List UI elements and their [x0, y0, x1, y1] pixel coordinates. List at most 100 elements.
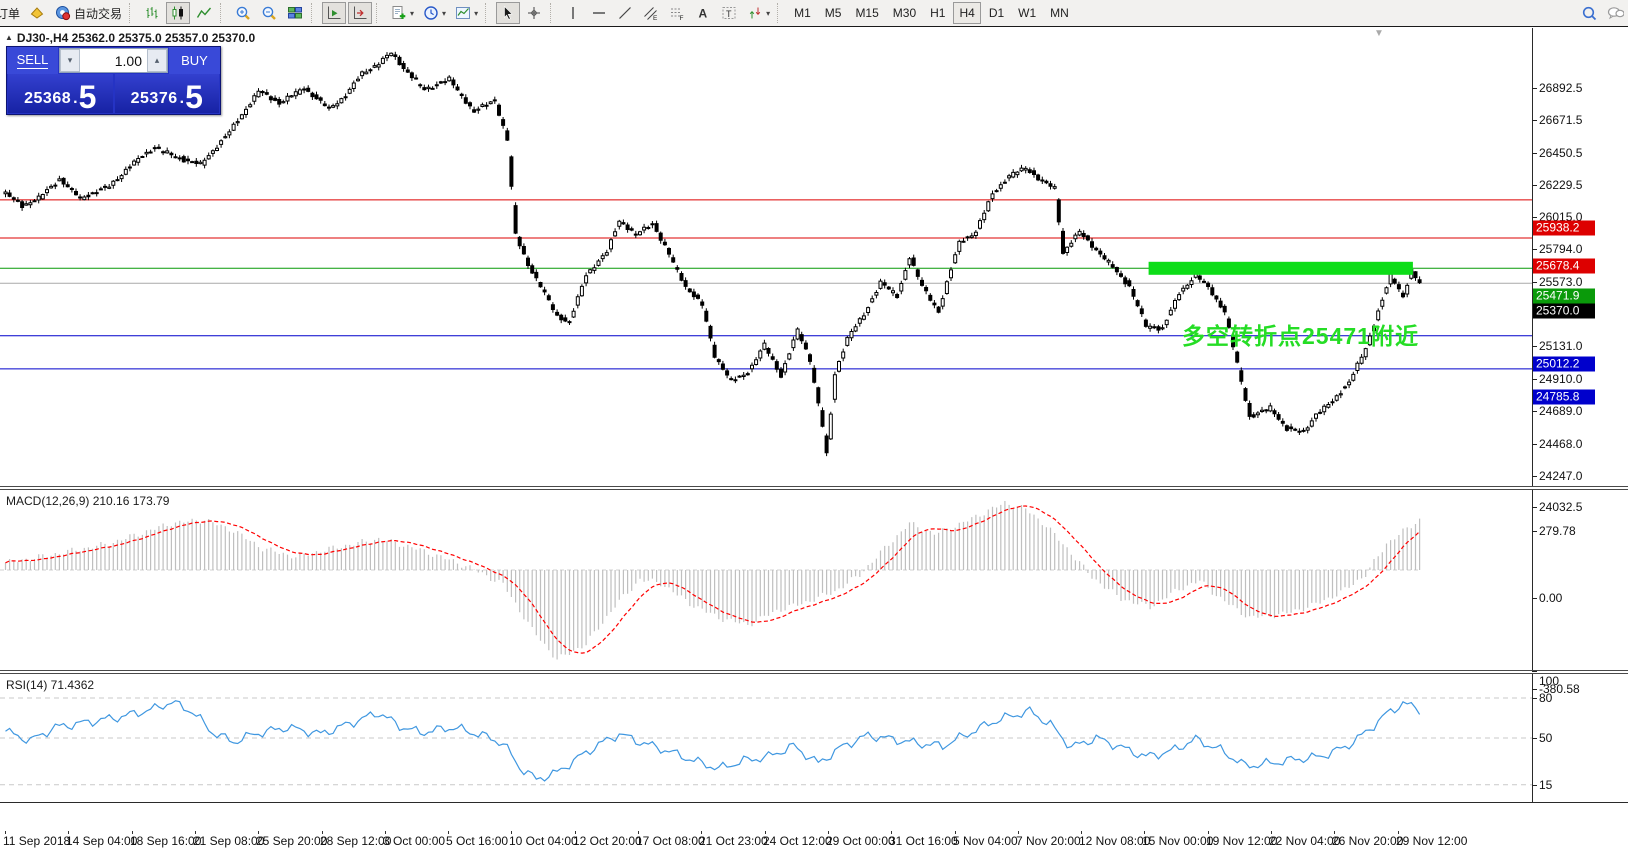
indicators-button[interactable]: ▾ — [387, 2, 417, 24]
rsi-panel-canvas[interactable] — [0, 675, 1532, 802]
toolbar-right — [1576, 2, 1628, 24]
axis-tick-mark — [1532, 153, 1537, 154]
vertical-line-button[interactable] — [561, 2, 585, 24]
trendline-icon — [617, 5, 634, 22]
dropdown-caret-icon[interactable]: ▾ — [442, 9, 446, 18]
dropdown-caret-icon[interactable]: ▾ — [766, 9, 770, 18]
templates-button[interactable]: ▾ — [451, 2, 481, 24]
time-tick-mark — [1144, 831, 1145, 834]
horizontal-line-button[interactable] — [587, 2, 611, 24]
equidistant-channel-button[interactable]: E — [639, 2, 663, 24]
cursor-button[interactable] — [496, 2, 520, 24]
chart-shift-icon — [352, 5, 369, 22]
new-order-button[interactable]: 订单 — [0, 2, 23, 24]
fibonacci-button[interactable]: F — [665, 2, 689, 24]
rsi-panel-resize-handle[interactable] — [0, 670, 1628, 674]
sell-tab[interactable]: SELL — [7, 47, 58, 74]
line-chart-button[interactable] — [192, 2, 216, 24]
timeframe-m5-button[interactable]: M5 — [819, 2, 848, 24]
timeframe-h4-button[interactable]: H4 — [953, 2, 980, 24]
svg-text:F: F — [680, 15, 684, 21]
arrows-button[interactable]: ▾ — [743, 2, 773, 24]
axis-tick-mark — [1532, 698, 1537, 699]
axis-tick-mark — [1532, 120, 1537, 121]
time-tick-mark — [1271, 831, 1272, 834]
axis-tick-mark — [1532, 249, 1537, 250]
candlestick-chart-button[interactable] — [166, 2, 190, 24]
timeframe-mn-button[interactable]: MN — [1044, 2, 1075, 24]
zoom-in-button[interactable] — [231, 2, 255, 24]
time-tick-mark — [68, 831, 69, 834]
price-axis-tick: 24468.0 — [1539, 437, 1582, 451]
time-axis-label: 5 Oct 16:00 — [446, 834, 508, 848]
time-axis-label: 12 Oct 20:00 — [573, 834, 642, 848]
dropdown-caret-icon[interactable]: ▾ — [410, 9, 414, 18]
time-axis-label: 14 Sep 04:00 — [66, 834, 137, 848]
chat-button[interactable] — [1603, 2, 1627, 24]
time-axis-label: 3 Oct 00:00 — [383, 834, 445, 848]
auto-trading-button[interactable]: 自动交易 — [51, 2, 125, 24]
text-button[interactable]: A — [691, 2, 715, 24]
timeframe-m15-button[interactable]: M15 — [849, 2, 884, 24]
scroll-to-end-marker[interactable]: ▼ — [1374, 28, 1384, 39]
text-label-icon: T — [721, 5, 738, 22]
toolbar-separator — [376, 3, 382, 23]
text-label-button[interactable]: T — [717, 2, 741, 24]
tile-windows-icon — [287, 5, 304, 22]
macd-label: MACD(12,26,9) 210.16 173.79 — [6, 494, 169, 508]
volume-increase-button[interactable]: ▴ — [147, 49, 167, 72]
time-tick-mark — [891, 831, 892, 834]
price-axis-tick: 26671.5 — [1539, 113, 1582, 127]
tile-windows-button[interactable] — [283, 2, 307, 24]
price-badge: 25678.4 — [1533, 259, 1595, 274]
metaeditor-button[interactable] — [25, 2, 49, 24]
timeframe-m1-button[interactable]: M1 — [788, 2, 817, 24]
price-axis-tick: 26892.5 — [1539, 81, 1582, 95]
time-axis-label: 18 Sep 16:00 — [130, 834, 201, 848]
time-axis-label: 26 Nov 20:00 — [1332, 834, 1403, 848]
axis-tick-mark — [1532, 282, 1537, 283]
time-axis-label: 24 Oct 12:00 — [763, 834, 832, 848]
time-tick-mark — [132, 831, 133, 834]
spin-up-icon: ▴ — [155, 55, 160, 66]
macd-panel-canvas[interactable] — [0, 491, 1532, 670]
timeframe-h1-button[interactable]: H1 — [924, 2, 951, 24]
axis-tick-mark — [1532, 785, 1537, 786]
main-chart-canvas[interactable] — [0, 28, 1532, 486]
buy-tab[interactable]: BUY — [169, 47, 220, 74]
rsi-line — [6, 701, 1420, 781]
crosshair-button[interactable] — [522, 2, 546, 24]
volume-decrease-button[interactable]: ▾ — [60, 49, 80, 72]
buy-button[interactable]: 25376.5 — [115, 74, 220, 113]
sell-button[interactable]: 25368.5 — [8, 74, 113, 113]
search-button[interactable] — [1577, 2, 1601, 24]
time-tick-mark — [765, 831, 766, 834]
time-tick-mark — [1208, 831, 1209, 834]
time-tick-mark — [511, 831, 512, 834]
dropdown-caret-icon[interactable]: ▾ — [474, 9, 478, 18]
auto-scroll-button[interactable] — [322, 2, 346, 24]
timeframe-d1-button[interactable]: D1 — [983, 2, 1010, 24]
collapse-trade-panel-icon[interactable]: ▲ — [5, 33, 13, 42]
highlight-band[interactable] — [1149, 262, 1413, 275]
time-axis-label: 25 Sep 20:00 — [256, 834, 327, 848]
time-axis-label: 21 Oct 23:00 — [699, 834, 768, 848]
arrows-icon — [746, 5, 763, 22]
bar-chart-button[interactable] — [140, 2, 164, 24]
axis-tick-mark — [1532, 88, 1537, 89]
price-axis-tick: 26450.5 — [1539, 146, 1582, 160]
macd-panel-resize-handle[interactable] — [0, 486, 1628, 490]
trendline-button[interactable] — [613, 2, 637, 24]
price-badge: 25012.2 — [1533, 357, 1595, 372]
new-order-label: 订单 — [0, 5, 20, 22]
timeframe-w1-button[interactable]: W1 — [1012, 2, 1042, 24]
timeframe-m30-button[interactable]: M30 — [887, 2, 922, 24]
toolbar-separator — [129, 3, 135, 23]
volume-input[interactable]: 1.00 — [80, 49, 147, 72]
zoom-out-button[interactable] — [257, 2, 281, 24]
periods-button[interactable]: ▾ — [419, 2, 449, 24]
time-axis-label: 10 Oct 04:00 — [509, 834, 578, 848]
time-tick-mark — [385, 831, 386, 834]
symbol-ohlc-text: DJ30-,H4 25362.0 25375.0 25357.0 25370.0 — [17, 31, 255, 45]
chart-shift-button[interactable] — [348, 2, 372, 24]
